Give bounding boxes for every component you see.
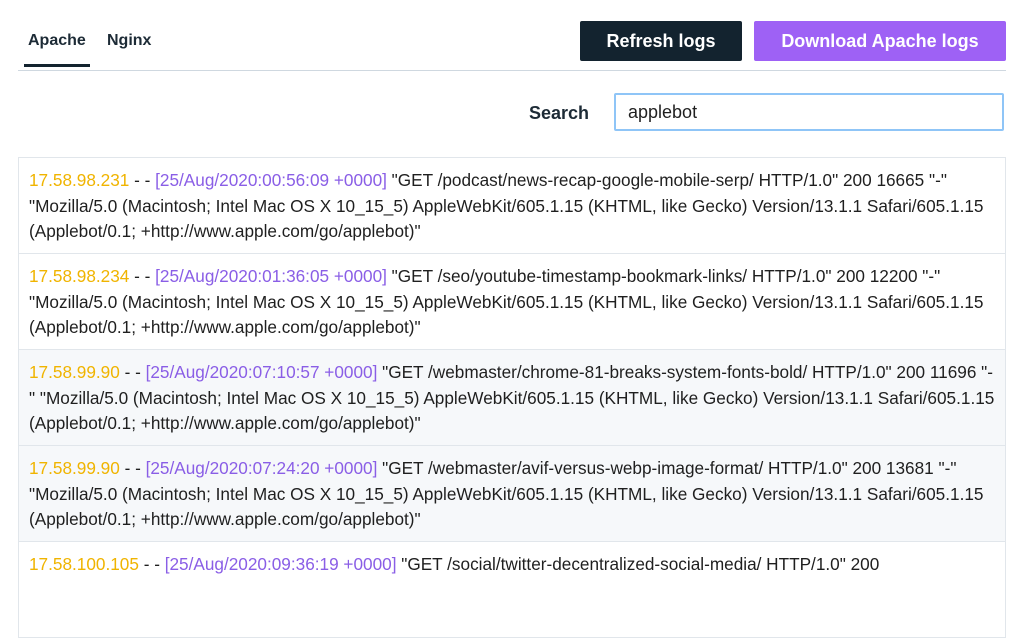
- log-timestamp: [25/Aug/2020:00:56:09 +0000]: [155, 170, 387, 190]
- log-entry: 17.58.98.234 - - [25/Aug/2020:01:36:05 +…: [18, 254, 1006, 350]
- log-ip: 17.58.98.234: [29, 266, 130, 286]
- log-ip: 17.58.99.90: [29, 458, 120, 478]
- refresh-logs-button[interactable]: Refresh logs: [580, 21, 742, 61]
- log-timestamp: [25/Aug/2020:01:36:05 +0000]: [155, 266, 387, 286]
- log-ip: 17.58.98.231: [29, 170, 130, 190]
- log-entry: 17.58.98.231 - - [25/Aug/2020:00:56:09 +…: [18, 158, 1006, 254]
- log-separator: - -: [119, 458, 146, 478]
- log-separator: - -: [129, 266, 156, 286]
- log-timestamp: [25/Aug/2020:09:36:19 +0000]: [164, 554, 397, 574]
- tab-nginx[interactable]: Nginx: [107, 32, 151, 50]
- log-separator: - -: [138, 554, 165, 574]
- search-input[interactable]: [614, 93, 1004, 131]
- tab-apache[interactable]: Apache: [28, 32, 86, 50]
- download-apache-logs-button[interactable]: Download Apache logs: [754, 21, 1006, 61]
- active-tab-indicator: [24, 64, 90, 67]
- log-separator: - -: [129, 170, 156, 190]
- log-separator: - -: [119, 362, 146, 382]
- log-request: "GET /social/twitter-decentralized-socia…: [396, 554, 880, 574]
- log-timestamp: [25/Aug/2020:07:10:57 +0000]: [145, 362, 378, 382]
- log-entry: 17.58.99.90 - - [25/Aug/2020:07:10:57 +0…: [18, 350, 1006, 446]
- log-entry: 17.58.100.105 - - [25/Aug/2020:09:36:19 …: [18, 542, 1006, 638]
- log-ip: 17.58.99.90: [29, 362, 120, 382]
- log-entry: 17.58.99.90 - - [25/Aug/2020:07:24:20 +0…: [18, 446, 1006, 542]
- log-list: 17.58.98.231 - - [25/Aug/2020:00:56:09 +…: [18, 157, 1006, 638]
- log-ip: 17.58.100.105: [29, 554, 139, 574]
- search-label: Search: [529, 103, 590, 123]
- log-timestamp: [25/Aug/2020:07:24:20 +0000]: [145, 458, 378, 478]
